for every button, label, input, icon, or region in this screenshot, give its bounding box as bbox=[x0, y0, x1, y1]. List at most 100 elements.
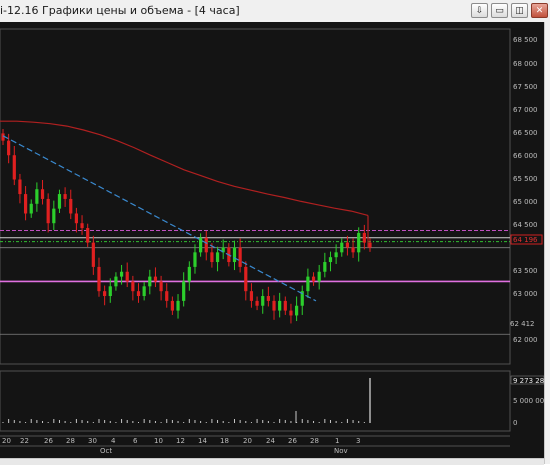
candle-body bbox=[182, 281, 186, 301]
volume-bars bbox=[2, 378, 371, 423]
price-axis-label: 64 500 bbox=[513, 221, 538, 229]
candle-body bbox=[125, 271, 129, 282]
price-axis-label: 67 500 bbox=[513, 83, 538, 91]
volume-axis: 9 273 28 5 000 00 0 bbox=[510, 375, 545, 427]
time-axis-label: 10 bbox=[154, 437, 163, 445]
dropdown-button[interactable]: ⇩ bbox=[471, 3, 488, 18]
candle-body bbox=[334, 252, 338, 258]
candle-body bbox=[244, 266, 248, 292]
time-axis-label: 24 bbox=[266, 437, 275, 445]
candle-body bbox=[170, 300, 174, 311]
trendline bbox=[2, 135, 317, 302]
candle-body bbox=[187, 266, 191, 282]
candle-body bbox=[340, 242, 344, 253]
price-axis-label: 63 500 bbox=[513, 267, 538, 275]
price-axis-label: 65 000 bbox=[513, 198, 538, 206]
candle-body bbox=[204, 237, 208, 253]
candle-body bbox=[119, 271, 124, 277]
window-title: i-12.16 Графики цены и объема - [4 часа] bbox=[0, 4, 240, 17]
candle-body bbox=[311, 276, 316, 282]
time-axis-label: 26 bbox=[44, 437, 53, 445]
candle-body bbox=[69, 198, 73, 214]
time-axis-label: 18 bbox=[220, 437, 229, 445]
moving-average-line bbox=[0, 120, 369, 216]
candle-body bbox=[35, 189, 39, 204]
candle-body bbox=[80, 223, 84, 229]
candle-body bbox=[40, 189, 45, 199]
time-axis-label: 20 bbox=[243, 437, 252, 445]
candle-body bbox=[103, 291, 107, 297]
candle-body bbox=[272, 300, 276, 311]
candle-body bbox=[7, 140, 11, 156]
price-axis-label: 68 500 bbox=[513, 36, 538, 44]
chart-canvas[interactable]: 68 500 68 000 67 500 67 000 66 500 66 00… bbox=[0, 22, 545, 458]
price-axis-label: 65 500 bbox=[513, 175, 538, 183]
price-pane-frame bbox=[0, 28, 511, 365]
candle-body bbox=[108, 286, 112, 297]
price-axis-label: 66 500 bbox=[513, 129, 538, 137]
candle-body bbox=[345, 242, 350, 248]
candle-body bbox=[18, 179, 22, 195]
candle-body bbox=[136, 291, 141, 297]
candle-body bbox=[91, 242, 95, 267]
time-axis-label: 4 bbox=[111, 437, 116, 445]
price-axis: 68 500 68 000 67 500 67 000 66 500 66 00… bbox=[510, 36, 543, 344]
candle-body bbox=[97, 266, 101, 292]
candle-body bbox=[176, 300, 180, 311]
candle-body bbox=[249, 291, 254, 301]
candle-body bbox=[193, 252, 197, 267]
candle-body bbox=[142, 286, 146, 297]
candle-body bbox=[278, 300, 282, 311]
price-volume-chart[interactable]: 68 500 68 000 67 500 67 000 66 500 66 00… bbox=[0, 22, 545, 458]
candle-body bbox=[317, 271, 321, 282]
candle-body bbox=[52, 208, 56, 224]
candle-body bbox=[131, 281, 135, 292]
candle-body bbox=[295, 305, 299, 316]
candle-body bbox=[86, 228, 90, 243]
horizontal-levels bbox=[0, 229, 510, 335]
candle-body bbox=[114, 276, 118, 287]
candle-body bbox=[29, 203, 33, 214]
month-label: Oct bbox=[100, 447, 112, 455]
time-axis-label: 26 bbox=[288, 437, 297, 445]
time-axis-label: 1 bbox=[335, 437, 339, 445]
candle-body bbox=[357, 232, 361, 253]
candle-body bbox=[153, 276, 158, 282]
candle-body bbox=[255, 300, 259, 306]
candle-body bbox=[57, 194, 62, 209]
candle-body bbox=[283, 300, 287, 311]
volume-axis-label: 5 000 00 bbox=[513, 397, 544, 405]
price-axis-label: 68 000 bbox=[513, 60, 538, 68]
candle-body bbox=[368, 242, 372, 248]
time-axis-label: 3 bbox=[356, 437, 360, 445]
candle-body bbox=[199, 237, 203, 253]
window-right-border bbox=[544, 22, 550, 464]
candle-body bbox=[351, 247, 355, 253]
candle-body bbox=[238, 247, 242, 267]
time-axis-label: 12 bbox=[176, 437, 185, 445]
time-axis-label: 14 bbox=[198, 437, 207, 445]
price-axis-label: 66 000 bbox=[513, 152, 538, 160]
candle-body bbox=[362, 232, 366, 243]
minimize-button[interactable]: ▭ bbox=[491, 3, 508, 18]
volume-axis-label: 0 bbox=[513, 419, 517, 427]
candle-body bbox=[328, 257, 333, 263]
close-button[interactable]: ✕ bbox=[531, 3, 548, 18]
month-label: Nov bbox=[334, 447, 348, 455]
candle-body bbox=[266, 296, 270, 301]
candle-body bbox=[159, 281, 163, 292]
candle-body bbox=[232, 247, 237, 263]
candle-body bbox=[306, 276, 310, 292]
candle-body bbox=[210, 252, 214, 263]
time-axis-label: 6 bbox=[133, 437, 138, 445]
candle-body bbox=[148, 276, 152, 287]
time-axis-label: 20 bbox=[2, 437, 11, 445]
candle-body bbox=[74, 213, 78, 224]
candle-body bbox=[215, 252, 220, 263]
candle-body bbox=[261, 296, 265, 306]
candle-body bbox=[289, 310, 293, 316]
low-marker-label: 62 412 bbox=[510, 320, 535, 328]
window-controls: ⇩ ▭ ◫ ✕ bbox=[471, 3, 548, 18]
restore-button[interactable]: ◫ bbox=[511, 3, 528, 18]
time-axis-label: 30 bbox=[88, 437, 97, 445]
